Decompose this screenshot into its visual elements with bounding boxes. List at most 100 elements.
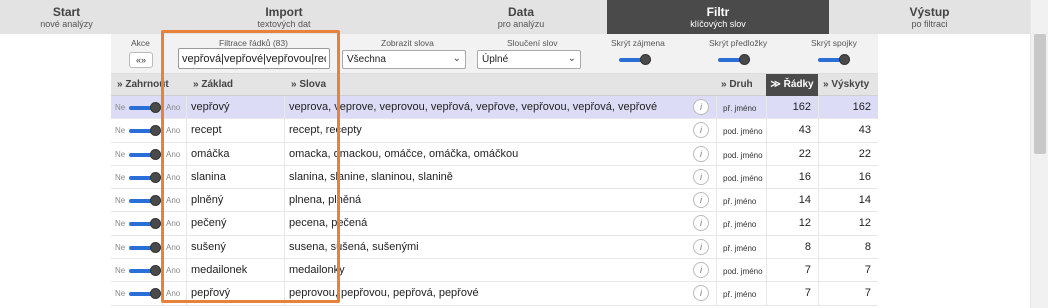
info-icon[interactable]: i [693,168,709,185]
header-slova[interactable]: » Slova [291,79,326,90]
header-zaklad[interactable]: » Základ [193,79,233,90]
vyskyty-cell: 7 [864,287,871,300]
druh-cell: pod. jméno [723,150,763,160]
druh-cell: př. jméno [723,220,757,230]
zaklad-cell: medailonek [191,264,248,277]
info-icon[interactable]: i [693,215,709,232]
skryt-spojky-label: Skrýt spojky [811,38,857,48]
toggle-no-label: Ne [115,126,126,136]
druh-cell: př. jméno [723,104,757,113]
table-row[interactable]: Ne Ano pepřový peprovou, pepřovou, pepřo… [111,282,878,306]
tab-import[interactable]: Import textových dat [133,0,435,34]
zaklad-cell: sušený [191,240,226,253]
include-toggle[interactable] [129,288,161,300]
radky-cell: 22 [798,147,811,160]
tab-vystup-title: Výstup [909,5,950,19]
zaklad-cell: pepřový [191,287,231,300]
table-row[interactable]: Ne Ano recept recept, recepty i pod. jmé… [111,119,878,143]
druh-cell: př. jméno [723,197,757,207]
include-toggle[interactable] [129,171,161,183]
radky-cell: 7 [804,287,811,300]
chevron-down-icon: ⌄ [452,53,461,64]
toggle-yes-label: Ano [166,196,181,206]
radky-cell: 14 [798,194,811,207]
tab-vystup[interactable]: Výstup po filtraci [829,0,1030,34]
top-nav: Start nové analýzy Import textových dat … [0,0,1030,34]
toggle-yes-label: Ano [166,219,181,229]
header-zahrnout[interactable]: » Zahrnout [117,79,169,90]
info-icon[interactable]: i [693,262,709,279]
vyskyty-cell: 43 [858,124,871,137]
include-toggle[interactable] [129,241,161,253]
include-toggle[interactable] [129,195,161,207]
info-icon[interactable]: i [693,192,709,209]
toggle-no-label: Ne [115,172,126,182]
tab-data-subtitle: pro analýzu [497,19,545,29]
toggle-no-label: Ne [115,149,126,159]
header-druh[interactable]: » Druh [721,79,753,90]
zaklad-cell: vepřový [191,101,230,113]
tab-start-title: Start [52,5,81,19]
tab-start-subtitle: nové analýzy [40,19,93,29]
akce-button[interactable]: «» [129,52,153,68]
include-toggle[interactable] [129,265,161,277]
tab-filtr[interactable]: Filtr klíčových slov [607,0,829,34]
table-row[interactable]: Ne Ano plněný plnena, plněná i př. jméno… [111,189,878,213]
druh-cell: pod. jméno [723,173,763,183]
info-icon[interactable]: i [693,238,709,255]
radky-cell: 12 [798,217,811,230]
skryt-zajmena-label: Skrýt zájmena [611,38,665,48]
info-icon[interactable]: i [693,122,709,139]
skryt-spojky-toggle[interactable] [818,54,850,65]
vyskyty-cell: 16 [858,170,871,183]
table-row[interactable]: Ne Ano vepřový veprova, veprove, veprovo… [111,96,878,120]
include-toggle[interactable] [129,148,161,160]
header-radky[interactable]: ≫ Řádky [766,74,818,96]
table-row[interactable]: Ne Ano pečený pecena, pečená i př. jméno… [111,212,878,236]
tab-filtr-title: Filtr [706,5,730,19]
table-row[interactable]: Ne Ano omáčka omacka, omackou, omáčce, o… [111,142,878,166]
info-icon[interactable]: i [693,145,709,162]
filter-label: Filtrace řádků (83) [219,38,288,48]
vertical-scrollbar[interactable] [1030,0,1048,308]
slova-cell: pecena, pečená [289,217,368,230]
zaklad-cell: slanina [191,170,226,183]
slouceni-slov-select[interactable]: Úplné ⌄ [477,50,581,69]
zaklad-cell: pečený [191,217,227,230]
include-toggle[interactable] [129,125,161,137]
table-row[interactable]: Ne Ano sušený susena, sušená, sušenými i… [111,235,878,260]
vyskyty-cell: 7 [864,264,871,277]
druh-cell: pod. jméno [723,267,763,277]
toggle-no-label: Ne [115,266,126,276]
header-vyskyty[interactable]: » Výskyty [823,79,869,90]
keywords-table: » Zahrnout » Základ » Slova » Druh ≫ Řád… [111,74,878,306]
druh-cell: pod. jméno [723,127,763,137]
table-body: Ne Ano vepřový veprova, veprove, veprovo… [111,96,878,306]
toggle-yes-label: Ano [166,289,181,299]
vyskyty-cell: 22 [858,147,871,160]
toggle-yes-label: Ano [166,103,181,112]
radky-cell: 8 [804,240,811,253]
tab-data[interactable]: Data pro analýzu [435,0,607,34]
radky-cell: 16 [798,170,811,183]
include-toggle[interactable] [129,102,161,113]
toggle-yes-label: Ano [166,242,181,252]
info-icon[interactable]: i [693,99,709,115]
toggle-no-label: Ne [115,196,126,206]
skryt-predlozky-toggle[interactable] [718,54,750,65]
include-toggle[interactable] [129,218,161,230]
vyskyty-cell: 12 [858,217,871,230]
vyskyty-cell: 8 [864,240,871,253]
tab-filtr-subtitle: klíčových slov [690,19,746,29]
slouceni-slov-label: Sloučení slov [507,38,558,48]
table-row[interactable]: Ne Ano slanina slanina, slanine, slanino… [111,165,878,190]
info-icon[interactable]: i [693,285,709,302]
toggle-no-label: Ne [115,242,126,252]
filter-input[interactable] [178,48,330,69]
tab-start[interactable]: Start nové analýzy [0,0,133,34]
table-row[interactable]: Ne Ano medailonek medailonky i pod. jmén… [111,259,878,283]
scrollbar-thumb[interactable] [1034,34,1046,154]
vyskyty-cell: 162 [852,101,871,113]
skryt-zajmena-toggle[interactable] [619,54,651,65]
zobrazit-slova-select[interactable]: Všechna ⌄ [342,50,466,69]
